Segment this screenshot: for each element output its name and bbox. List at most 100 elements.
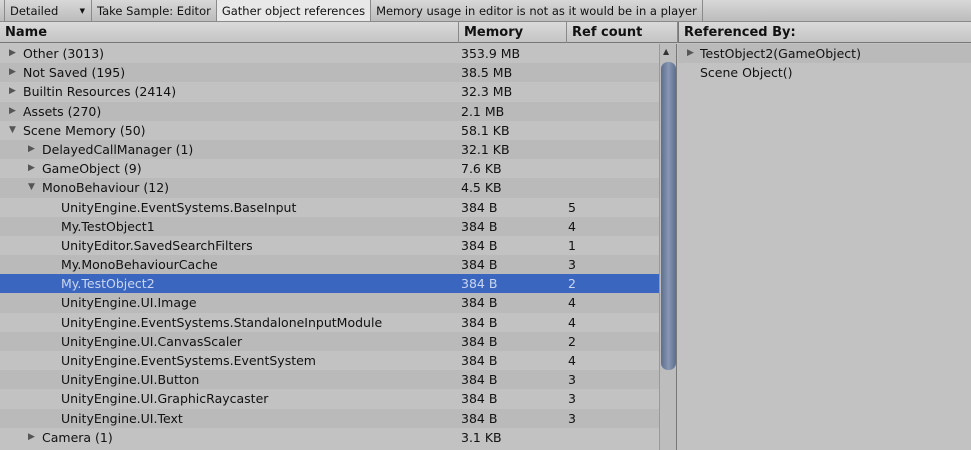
scroll-up-arrow-icon[interactable]: ▲ [663, 47, 669, 56]
collapsed-arrow-icon[interactable]: ▶ [9, 63, 16, 82]
row-name: Not Saved (195) [23, 65, 126, 81]
column-memory[interactable]: Memory [459, 22, 567, 43]
row-name: My.TestObject1 [61, 218, 155, 234]
collapsed-arrow-icon[interactable]: ▶ [9, 44, 16, 63]
tree-row[interactable]: UnityEngine.UI.GraphicRaycaster 384 B 3 [0, 389, 659, 408]
tree-row[interactable]: ▶ GameObject (9) 7.6 KB [0, 159, 659, 178]
row-name: UnityEngine.EventSystems.StandaloneInput… [61, 314, 383, 330]
collapsed-arrow-icon[interactable]: ▶ [687, 44, 694, 63]
column-name[interactable]: Name [0, 22, 459, 43]
memory-tree: ▶ Other (3013) 353.9 MB ▶ Not Saved (195) 38.… [0, 44, 659, 447]
row-ref-count: 2 [568, 333, 576, 349]
row-memory: 384 B [461, 314, 498, 330]
scrollbar-thumb[interactable] [661, 62, 676, 370]
tree-row[interactable]: ▶ Builtin Resources (2414) 32.3 MB [0, 82, 659, 101]
take-sample-button[interactable]: Take Sample: Editor [92, 0, 217, 21]
tree-header: Name Memory Ref count [0, 22, 678, 43]
tree-row[interactable]: ▶ Assets (270) 2.1 MB [0, 101, 659, 121]
tree-row[interactable]: UnityEngine.UI.Image 384 B 4 [0, 293, 659, 313]
row-name: Scene Memory (50) [23, 122, 146, 138]
row-ref-count: 4 [568, 314, 576, 330]
row-ref-count: 5 [568, 199, 576, 215]
row-name: Assets (270) [23, 103, 102, 119]
row-name: GameObject (9) [42, 161, 142, 177]
collapsed-arrow-icon[interactable]: ▶ [28, 428, 35, 447]
referenced-by-list: ▶ TestObject2(GameObject) Scene Object() [678, 44, 971, 82]
row-memory: 384 B [461, 295, 498, 311]
row-memory: 384 B [461, 391, 498, 407]
toolbar: Detailed ▼ Take Sample: Editor Gather obj… [0, 0, 971, 22]
tree-row[interactable]: My.MonoBehaviourCache 384 B 3 [0, 255, 659, 275]
row-memory: 384 B [461, 410, 498, 426]
referenced-by-title: Referenced By: [684, 25, 796, 40]
reference-name: Scene Object() [700, 65, 793, 81]
row-name: Builtin Resources (2414) [23, 84, 177, 100]
tree-row[interactable]: My.TestObject1 384 B 4 [0, 216, 659, 236]
gather-references-toggle[interactable]: Gather object references [216, 0, 372, 21]
tree-row[interactable]: ▶ Camera (1) 3.1 KB [0, 428, 659, 447]
row-ref-count: 3 [568, 257, 576, 273]
row-name: UnityEngine.EventSystems.BaseInput [61, 199, 297, 215]
collapsed-arrow-icon[interactable]: ▶ [28, 159, 35, 178]
row-memory: 2.1 MB [461, 103, 505, 119]
tree-row[interactable]: UnityEngine.EventSystems.BaseInput 384 B 5 [0, 198, 659, 217]
row-name: My.TestObject2 [61, 276, 155, 292]
tree-row[interactable]: ▶ Not Saved (195) 38.5 MB [0, 63, 659, 83]
tree-row[interactable]: UnityEditor.SavedSearchFilters 384 B 1 [0, 236, 659, 255]
row-name: MonoBehaviour (12) [42, 180, 170, 196]
row-name: UnityEngine.UI.Text [61, 410, 183, 426]
row-memory: 3.1 KB [461, 429, 502, 445]
row-memory: 384 B [461, 353, 498, 368]
row-memory: 58.1 KB [461, 122, 510, 138]
reference-name: TestObject2(GameObject) [700, 46, 861, 61]
row-ref-count: 1 [568, 237, 576, 253]
row-memory: 32.1 KB [461, 141, 510, 157]
row-memory: 384 B [461, 372, 498, 388]
row-memory: 32.3 MB [461, 84, 513, 100]
row-memory: 384 B [461, 218, 498, 234]
vertical-scrollbar[interactable]: ▲ [659, 44, 677, 450]
tree-row[interactable]: ▼ MonoBehaviour (12) 4.5 KB [0, 178, 659, 198]
row-memory: 384 B [461, 257, 498, 273]
row-name: DelayedCallManager (1) [42, 141, 194, 157]
collapsed-arrow-icon[interactable]: ▶ [9, 82, 16, 101]
row-memory: 384 B [461, 276, 498, 292]
row-memory: 384 B [461, 199, 498, 215]
mode-label: Detailed [10, 4, 59, 18]
row-memory: 353.9 MB [461, 46, 521, 61]
row-name: UnityEngine.UI.CanvasScaler [61, 333, 243, 349]
referenced-by-item[interactable]: Scene Object() [678, 63, 971, 82]
row-ref-count: 3 [568, 410, 576, 426]
row-memory: 4.5 KB [461, 180, 502, 196]
referenced-by-item[interactable]: ▶ TestObject2(GameObject) [678, 44, 971, 64]
tree-row[interactable]: My.TestObject2 384 B 2 [0, 274, 659, 294]
row-memory: 38.5 MB [461, 65, 513, 81]
tree-row[interactable]: UnityEngine.UI.CanvasScaler 384 B 2 [0, 331, 659, 351]
tree-row[interactable]: UnityEngine.EventSystems.StandaloneInput… [0, 313, 659, 332]
dropdown-arrow-icon: ▼ [79, 7, 85, 15]
row-ref-count: 4 [568, 295, 576, 311]
row-name: Camera (1) [42, 429, 113, 445]
tree-row[interactable]: ▼ Scene Memory (50) 58.1 KB [0, 121, 659, 140]
row-name: Other (3013) [23, 46, 105, 61]
tree-row[interactable]: ▶ DelayedCallManager (1) 32.1 KB [0, 139, 659, 160]
mode-dropdown[interactable]: Detailed ▼ [4, 0, 92, 21]
row-name: UnityEngine.UI.Image [61, 295, 197, 311]
row-ref-count: 2 [568, 276, 576, 292]
collapsed-arrow-icon[interactable]: ▶ [9, 102, 16, 121]
row-ref-count: 3 [568, 372, 576, 388]
tree-row[interactable]: UnityEngine.EventSystems.EventSystem 384 … [0, 351, 659, 370]
row-memory: 384 B [461, 333, 498, 349]
expanded-arrow-icon[interactable]: ▼ [28, 178, 35, 197]
collapsed-arrow-icon[interactable]: ▶ [28, 140, 35, 159]
tree-row[interactable]: UnityEngine.UI.Text 384 B 3 [0, 408, 659, 428]
tree-row[interactable]: UnityEngine.UI.Button 384 B 3 [0, 370, 659, 390]
row-ref-count: 4 [568, 353, 576, 368]
row-name: UnityEditor.SavedSearchFilters [61, 237, 253, 253]
tree-row[interactable]: ▶ Other (3013) 353.9 MB [0, 44, 659, 63]
row-memory: 7.6 KB [461, 161, 502, 177]
referenced-by-header: Referenced By: [678, 22, 971, 43]
expanded-arrow-icon[interactable]: ▼ [9, 121, 16, 140]
column-ref-count[interactable]: Ref count [567, 22, 678, 43]
row-name: My.MonoBehaviourCache [61, 257, 218, 273]
